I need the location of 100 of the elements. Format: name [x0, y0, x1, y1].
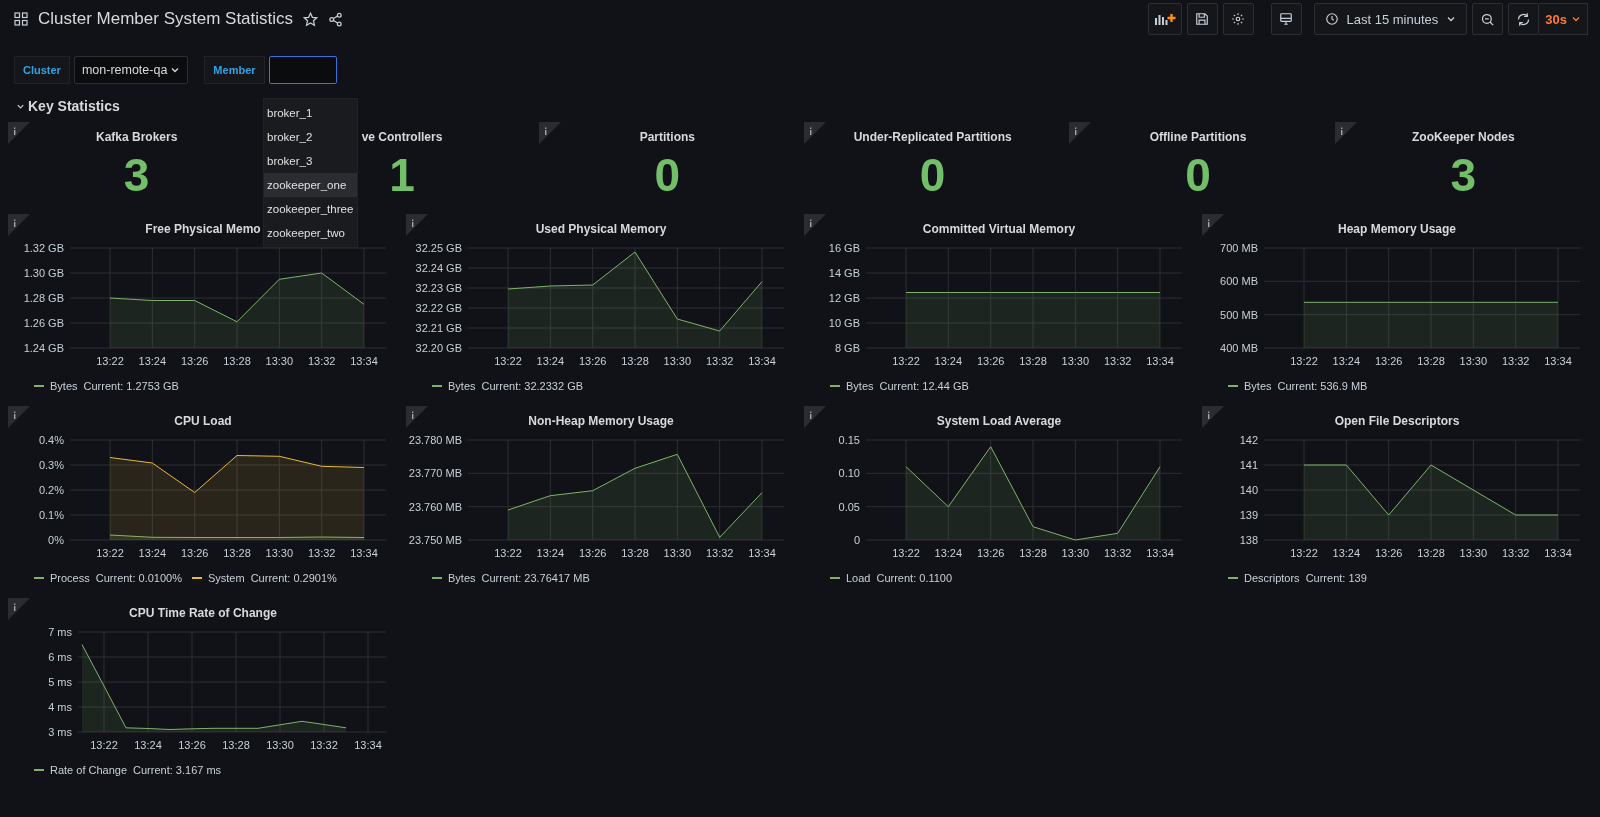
x-tick-label: 13:28: [1417, 355, 1445, 367]
legend-value: Current: 23.76417 MB: [481, 572, 590, 584]
x-tick-label: 13:30: [1061, 355, 1090, 367]
legend-value: Current: 3.167 ms: [133, 764, 222, 776]
y-tick-label: 400 MB: [1220, 342, 1258, 354]
refresh-button[interactable]: [1508, 3, 1540, 35]
x-tick-label: 13:32: [310, 739, 338, 751]
y-tick-label: 1.24 GB: [23, 342, 64, 354]
y-tick-label: 0.10: [838, 467, 860, 480]
y-tick-label: 138: [1239, 534, 1258, 546]
info-corner-icon[interactable]: [8, 598, 30, 620]
info-corner-icon[interactable]: [804, 122, 826, 144]
y-tick-label: 32.20 GB: [415, 342, 462, 354]
y-tick-label: 32.21 GB: [415, 322, 462, 334]
x-tick-label: 13:22: [494, 547, 522, 559]
info-corner-icon[interactable]: [406, 214, 428, 236]
legend-label[interactable]: Load: [846, 572, 871, 584]
x-tick-label: 13:26: [180, 355, 209, 367]
share-icon[interactable]: [328, 11, 344, 27]
row-title[interactable]: Key Statistics: [28, 98, 120, 114]
stat-value: 3: [1450, 152, 1477, 198]
zoom-out-button[interactable]: [1472, 3, 1504, 35]
x-tick-label: 13:30: [663, 355, 692, 367]
member-option[interactable]: broker_1: [264, 101, 357, 125]
member-option[interactable]: zookeeper_two: [264, 221, 357, 245]
save-button[interactable]: [1186, 3, 1218, 35]
refresh-icon: [1516, 11, 1532, 27]
y-tick-label: 7 ms: [48, 626, 72, 638]
caret-icon: [170, 65, 181, 75]
info-corner-icon[interactable]: [8, 214, 30, 236]
y-tick-label: 14 GB: [828, 267, 860, 279]
x-tick-label: 13:30: [266, 739, 294, 751]
panel-title: ZooKeeper Nodes: [1412, 130, 1515, 144]
x-tick-label: 13:22: [1290, 547, 1318, 559]
panel-title: Offline Partitions: [1149, 130, 1247, 144]
y-tick-label: 0%: [48, 534, 64, 546]
panel-title: Committed Virtual Memory: [922, 222, 1076, 236]
y-tick-label: 1.32 GB: [23, 242, 64, 254]
add-panel-button[interactable]: [1147, 3, 1182, 35]
legend-label[interactable]: Process: [50, 572, 90, 584]
x-tick-label: 13:34: [1544, 355, 1572, 367]
x-tick-label: 13:24: [138, 355, 167, 367]
refresh-interval-picker[interactable]: 30s: [1539, 3, 1588, 35]
info-corner-icon[interactable]: [1202, 406, 1224, 428]
legend-label[interactable]: Bytes: [1244, 380, 1272, 392]
x-tick-label: 13:26: [578, 547, 607, 559]
y-tick-label: 139: [1239, 509, 1258, 521]
x-tick-label: 13:26: [578, 355, 607, 367]
member-option[interactable]: zookeeper_three: [264, 197, 357, 221]
monitor-button[interactable]: [1270, 3, 1302, 35]
info-corner-icon[interactable]: [804, 214, 826, 236]
legend-label[interactable]: Descriptors: [1244, 572, 1300, 584]
info-corner-icon[interactable]: [1334, 122, 1357, 144]
x-tick-label: 13:28: [1019, 355, 1047, 367]
variable-select[interactable]: mon-remote-qa: [73, 56, 189, 84]
info-corner-icon[interactable]: [1069, 122, 1092, 144]
y-tick-label: 0.2%: [38, 484, 64, 496]
y-tick-label: 16 GB: [828, 242, 860, 254]
star-icon[interactable]: [303, 11, 319, 27]
legend-label[interactable]: System: [207, 572, 245, 584]
y-tick-label: 0.1%: [38, 509, 64, 521]
info-corner-icon[interactable]: [8, 122, 30, 144]
member-option[interactable]: broker_2: [264, 125, 357, 149]
settings-button[interactable]: [1222, 3, 1254, 35]
legend-label[interactable]: Bytes: [448, 572, 476, 584]
legend-label[interactable]: Bytes: [846, 380, 874, 392]
x-tick-label: 13:34: [350, 547, 378, 559]
legend-label[interactable]: Rate of Change: [50, 764, 128, 776]
x-tick-label: 13:32: [705, 355, 734, 367]
dashboard-title[interactable]: Cluster Member System Statistics: [38, 9, 294, 29]
x-tick-label: 13:22: [892, 547, 920, 559]
info-corner-icon[interactable]: [1202, 214, 1224, 236]
member-option[interactable]: broker_3: [264, 149, 357, 173]
member-option[interactable]: zookeeper_one: [264, 173, 357, 197]
panel-title: Under-Replicated Partitions: [853, 130, 1012, 144]
y-tick-label: 8 GB: [834, 342, 860, 354]
info-corner-icon[interactable]: [804, 406, 826, 428]
legend-label[interactable]: Bytes: [448, 380, 476, 392]
info-corner-icon[interactable]: [538, 122, 561, 144]
y-tick-label: 5 ms: [48, 676, 72, 688]
x-tick-label: 13:30: [1459, 547, 1488, 559]
stat-value: 0: [919, 152, 946, 198]
x-tick-label: 13:24: [1332, 547, 1361, 559]
caret-icon: [1571, 14, 1581, 24]
x-tick-label: 13:32: [1501, 355, 1530, 367]
x-tick-label: 13:28: [621, 355, 649, 367]
x-tick-label: 13:28: [621, 547, 649, 559]
y-tick-label: 6 ms: [48, 651, 72, 663]
variable-input[interactable]: [268, 56, 337, 84]
y-tick-label: 23.770 MB: [408, 467, 462, 480]
y-tick-label: 1.26 GB: [23, 317, 64, 329]
bar-chart-plus-icon: [1153, 12, 1176, 26]
y-tick-label: 23.780 MB: [408, 434, 462, 446]
info-corner-icon[interactable]: [406, 406, 428, 428]
time-range-picker[interactable]: Last 15 minutes: [1313, 3, 1468, 35]
legend-label[interactable]: Bytes: [50, 380, 78, 392]
legend-value: Current: 0.0100%: [95, 572, 182, 584]
info-corner-icon[interactable]: [8, 406, 30, 428]
x-tick-label: 13:26: [976, 547, 1005, 559]
dashboard-grid-icon[interactable]: [14, 12, 28, 26]
